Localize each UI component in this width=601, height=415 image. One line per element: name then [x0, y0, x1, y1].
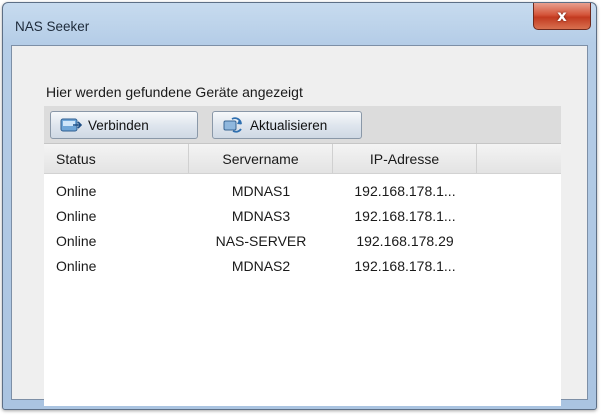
cell-ip: 192.168.178.1... [354, 182, 456, 199]
cell-ip: 192.168.178.1... [354, 257, 456, 274]
connect-button[interactable]: Verbinden [50, 111, 198, 139]
refresh-label: Aktualisieren [250, 117, 328, 133]
cell-servername: NAS-SERVER [215, 232, 307, 249]
table-header: Status Servername IP-Adresse [44, 144, 561, 174]
cell-servername: MDNAS2 [231, 257, 291, 274]
table-row[interactable]: Online NAS-SERVER 192.168.178.29 [44, 228, 561, 253]
cell-servername: MDNAS3 [231, 207, 291, 224]
refresh-icon [222, 116, 244, 134]
connect-label: Verbinden [88, 117, 149, 133]
nas-seeker-window: NAS Seeker x Hier werden gefundene Gerät… [2, 2, 597, 410]
cell-status: Online [56, 207, 97, 224]
title-bar[interactable]: NAS Seeker x [3, 3, 596, 39]
client-area: Hier werden gefundene Geräte angezeigt V… [11, 45, 588, 406]
cell-status: Online [56, 232, 97, 249]
refresh-button[interactable]: Aktualisieren [212, 111, 362, 139]
cell-servername: MDNAS1 [231, 182, 291, 199]
cell-ip: 192.168.178.29 [356, 232, 454, 249]
heading-label: Hier werden gefundene Geräte angezeigt [46, 84, 303, 100]
window-title: NAS Seeker [15, 19, 90, 34]
column-header-status[interactable]: Status [44, 144, 189, 173]
column-header-ip[interactable]: IP-Adresse [333, 144, 477, 173]
close-button[interactable]: x [533, 3, 591, 30]
cell-status: Online [56, 182, 97, 199]
column-header-servername[interactable]: Servername [189, 144, 333, 173]
table-row[interactable]: Online MDNAS1 192.168.178.1... [44, 178, 561, 203]
cell-status: Online [56, 257, 97, 274]
cell-ip: 192.168.178.1... [354, 207, 456, 224]
toolbar: Verbinden Aktualisieren [44, 106, 561, 144]
table-row[interactable]: Online MDNAS3 192.168.178.1... [44, 203, 561, 228]
close-icon: x [557, 7, 567, 25]
connect-icon [60, 116, 82, 134]
device-table: Status Servername IP-Adresse Online MDNA… [44, 144, 561, 406]
table-row[interactable]: Online MDNAS2 192.168.178.1... [44, 253, 561, 278]
